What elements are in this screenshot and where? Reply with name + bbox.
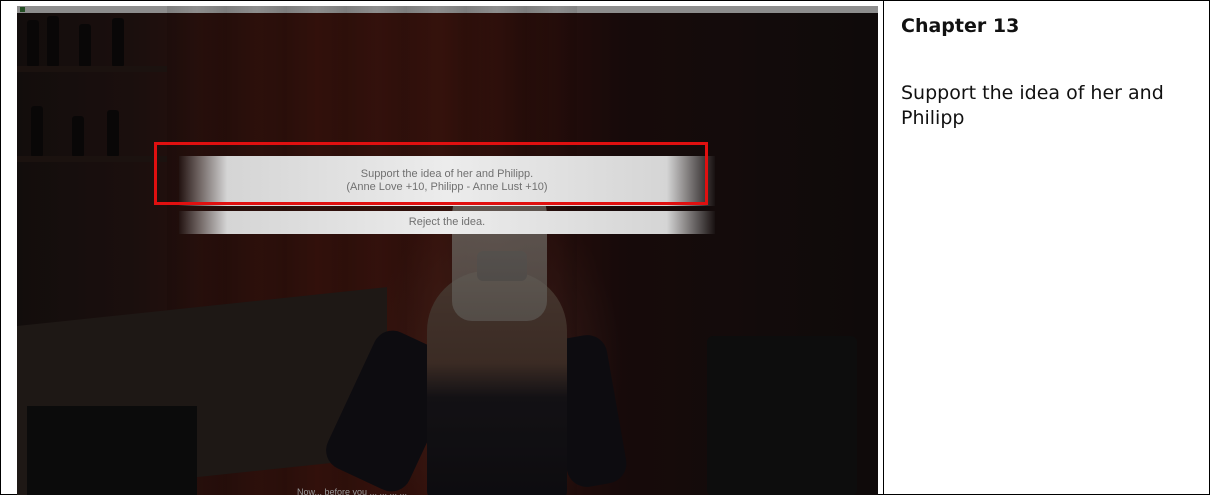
chapter-title: Chapter 13 [901, 15, 1020, 37]
dialogue-text: Now... before you ... ... ... ... [297, 487, 408, 495]
dim-overlay [17, 6, 878, 495]
choice-reject-button[interactable]: Reject the idea. [179, 211, 715, 234]
screenshot-cell: Support the idea of her and Philipp. (An… [0, 0, 884, 495]
choice-reject-label: Reject the idea. [408, 216, 486, 228]
choice-note: Support the idea of her and Philipp [901, 82, 1164, 129]
notes-cell: Chapter 13 Support the idea of her and P… [884, 0, 1210, 495]
choice-highlight-box [154, 142, 708, 205]
game-window: Support the idea of her and Philipp. (An… [17, 6, 878, 495]
